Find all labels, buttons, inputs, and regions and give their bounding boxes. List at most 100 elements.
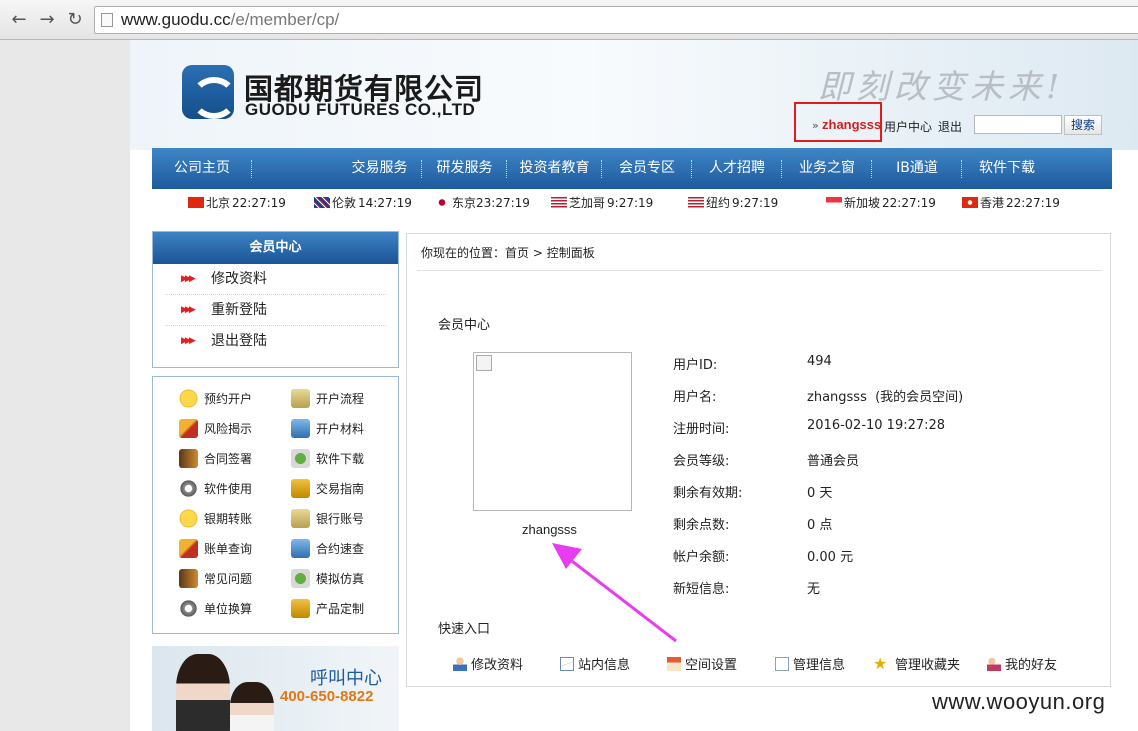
breadcrumb-home[interactable]: 首页 (505, 246, 529, 260)
my-space-link[interactable]: (我的会员空间) (875, 390, 963, 405)
control-panel: 你现在的位置：首页 > 控制面板 会员中心 zhangsss 用户ID: 494… (406, 233, 1111, 687)
breadcrumb: 你现在的位置：首页 > 控制面板 (421, 246, 595, 260)
reload-icon[interactable]: ↻ (64, 9, 86, 31)
member-sidebar: 会员中心 ▶▶▶ 修改资料 ▶▶▶ 重新登陆 ▶▶▶ 退出登陆 (152, 231, 399, 368)
mail-icon (560, 656, 574, 671)
address-bar[interactable]: www.guodu.cc/e/member/cp/ (94, 6, 1138, 34)
singapore-flag-icon (826, 197, 842, 208)
nav-ib[interactable]: IB通道 (872, 148, 962, 189)
download-icon (291, 449, 310, 468)
document-icon (775, 656, 789, 671)
sidebar-item-relogin[interactable]: ▶▶▶ 重新登陆 (165, 295, 386, 326)
username-highlight-box: » zhangsss (794, 102, 882, 142)
info-label-userid: 用户ID: (673, 358, 718, 373)
download-icon (291, 569, 310, 588)
link-software-use[interactable]: 软件使用 (179, 479, 252, 498)
call-center-title: 呼叫中心 (310, 668, 382, 689)
uk-flag-icon (314, 197, 330, 208)
nav-members[interactable]: 会员专区 (602, 148, 692, 189)
link-risk[interactable]: 风险揭示 (179, 419, 252, 438)
nav-jobs[interactable]: 人才招聘 (692, 148, 782, 189)
call-center-banner[interactable]: 呼叫中心 400-650-8822 (152, 646, 399, 731)
triple-arrow-icon: ▶▶▶ (181, 274, 196, 284)
service-links-grid: 预约开户 开户流程 风险揭示 开户材料 合同签署 软件下载 软件使用 交易指南 … (152, 376, 399, 634)
link-bill-query[interactable]: 账单查询 (179, 539, 252, 558)
triple-arrow-icon: ▶▶▶ (181, 336, 196, 346)
search-button[interactable]: 搜索 (1064, 115, 1102, 135)
link-contract-lookup[interactable]: 合约速查 (291, 539, 364, 558)
link-software-download[interactable]: 软件下载 (291, 449, 364, 468)
username-link[interactable]: zhangsss (822, 117, 881, 132)
quick-friends[interactable]: 我的好友 (987, 654, 1057, 673)
smiley-icon (179, 389, 198, 408)
slogan: 即刻改变未来! (818, 67, 1065, 106)
url-text: www.guodu.cc/e/member/cp/ (121, 10, 340, 29)
link-trading-guide[interactable]: 交易指南 (291, 479, 364, 498)
gear-icon (179, 479, 198, 498)
friends-icon (987, 656, 1001, 671)
clock-hongkong: 香港 22:27:19 (962, 194, 1060, 211)
link-faq[interactable]: 常见问题 (179, 569, 252, 588)
agent-photo (230, 682, 274, 731)
clock-singapore: 新加坡 22:27:19 (826, 194, 936, 211)
info-value-userid: 494 (807, 354, 832, 369)
quick-space-settings[interactable]: 空间设置 (667, 654, 737, 673)
nav-business[interactable]: 业务之窗 (782, 148, 872, 189)
sidebar-item-logout[interactable]: ▶▶▶ 退出登陆 (165, 326, 386, 357)
link-account-materials[interactable]: 开户材料 (291, 419, 364, 438)
section-title: 会员中心 (438, 318, 491, 333)
clock-tokyo: 东京 23:27:19 (434, 194, 530, 211)
triple-arrow-icon: ▶▶▶ (181, 305, 196, 315)
book-icon (179, 569, 198, 588)
nav-software[interactable]: 软件下载 (962, 148, 1052, 189)
info-value-level: 普通会员 (807, 454, 860, 469)
info-label-validity: 剩余有效期: (673, 486, 743, 501)
link-contract[interactable]: 合同签署 (179, 449, 252, 468)
breadcrumb-current[interactable]: 控制面板 (547, 246, 595, 260)
house-icon (667, 656, 681, 671)
annotation-arrow (552, 543, 677, 643)
usa-flag-icon (688, 197, 704, 208)
link-appointment[interactable]: 预约开户 (179, 389, 252, 408)
agent-photo (176, 654, 230, 731)
link-unit-convert[interactable]: 单位换算 (179, 599, 252, 618)
quick-inbox[interactable]: 站内信息 (560, 654, 630, 673)
nav-research[interactable]: 研发服务 (422, 148, 507, 189)
nav-home[interactable]: 公司主页 (152, 148, 252, 189)
quick-favorites[interactable]: ★ 管理收藏夹 (873, 654, 960, 673)
logout-link[interactable]: 退出 (938, 118, 962, 135)
watermark: www.wooyun.org (932, 689, 1106, 714)
link-simulation[interactable]: 模拟仿真 (291, 569, 364, 588)
lock-icon (291, 479, 310, 498)
sidebar-title: 会员中心 (153, 232, 398, 264)
info-value-validity: 0 天 (807, 486, 833, 501)
divider (417, 270, 1102, 271)
link-bank-account[interactable]: 银行账号 (291, 509, 364, 528)
forward-arrow-icon[interactable]: → (36, 9, 58, 31)
monitor-icon (291, 539, 310, 558)
clock-newyork: 纽约 9:27:19 (688, 194, 778, 211)
user-bar: » zhangsss 用户中心 退出 搜索 (794, 102, 1114, 142)
quick-manage-info[interactable]: 管理信息 (775, 654, 845, 673)
info-value-balance: 0.00 元 (807, 550, 854, 565)
back-arrow-icon[interactable]: ← (8, 9, 30, 31)
call-center-phone: 400-650-8822 (280, 688, 374, 705)
clock-london: 伦敦 14:27:19 (314, 194, 412, 211)
quick-edit-profile[interactable]: 修改资料 (453, 654, 523, 673)
link-product-custom[interactable]: 产品定制 (291, 599, 364, 618)
nav-trading[interactable]: 交易服务 (337, 148, 422, 189)
search-input[interactable] (974, 115, 1062, 134)
sidebar-item-edit-profile[interactable]: ▶▶▶ 修改资料 (165, 264, 386, 295)
avatar (473, 352, 632, 511)
user-center-link[interactable]: 用户中心 (884, 118, 932, 135)
nav-education[interactable]: 投资者教育 (507, 148, 602, 189)
quick-links-title: 快速入口 (438, 622, 491, 637)
link-account-process[interactable]: 开户流程 (291, 389, 364, 408)
link-bank-transfer[interactable]: 银期转账 (179, 509, 252, 528)
main-nav: 公司主页 交易服务 研发服务 投资者教育 会员专区 人才招聘 业务之窗 IB通道… (152, 148, 1112, 189)
guodu-logo-icon[interactable] (182, 65, 237, 119)
clock-beijing: 北京 22:27:19 (188, 194, 286, 211)
info-value-regtime: 2016-02-10 19:27:28 (807, 418, 946, 433)
info-value-points: 0 点 (807, 518, 833, 533)
broken-image-icon (476, 355, 492, 371)
